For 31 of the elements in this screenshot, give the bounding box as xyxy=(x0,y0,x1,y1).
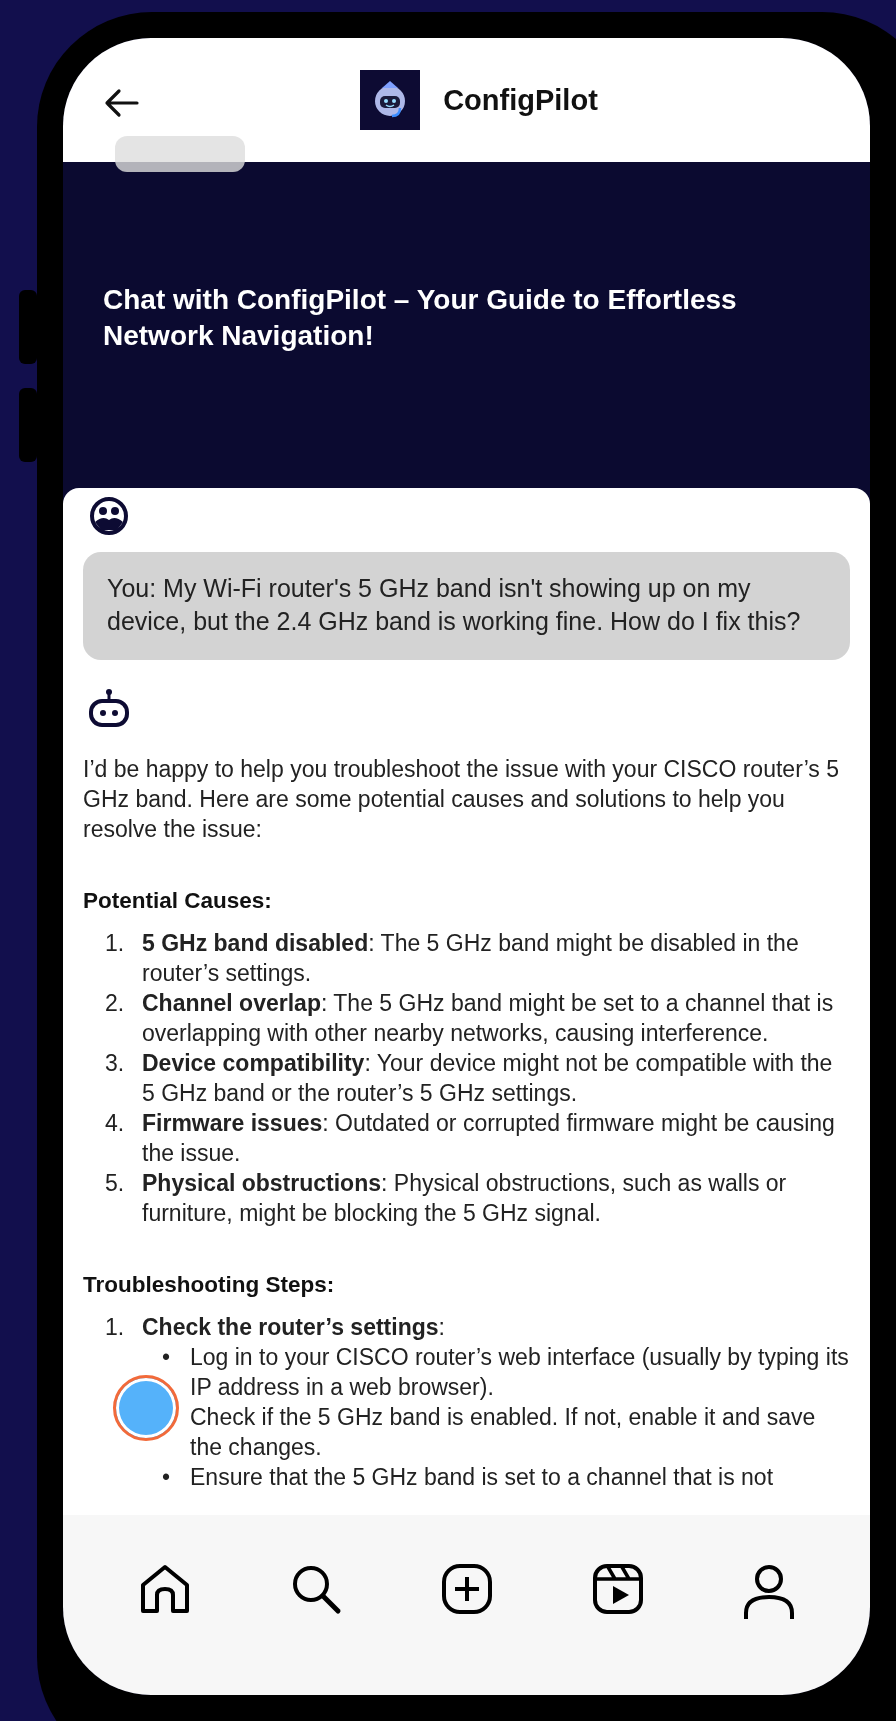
user-message: You: My Wi-Fi router's 5 GHz band isn't showing up on my device, but the 2.4 GHz band is working fine. How do I fix this? xyxy=(83,552,850,660)
section-heading: Troubleshooting Steps: xyxy=(83,1272,336,1298)
home-icon[interactable] xyxy=(138,1563,191,1615)
list-item-text: Check the router’s settings: xyxy=(142,1314,445,1340)
app-title: ConfigPilot xyxy=(443,83,598,117)
list-item-text: 5 GHz band disabled: The 5 GHz band might be disabled in the router’s settings. xyxy=(142,930,799,986)
list-number: 1. xyxy=(104,929,126,958)
video-play-icon[interactable] xyxy=(591,1563,644,1615)
bullet-text: Check if the 5 GHz band is enabled. If not, enable it and save the changes. xyxy=(190,1403,817,1462)
list-number: 4. xyxy=(104,1109,126,1138)
list-item-text: Physical obstructions: Physical obstructions, such as walls or furniture, might be blocking the 5 GHz signal. xyxy=(142,1170,787,1226)
robot-logo-icon xyxy=(359,70,422,130)
list-item-text: Channel overlap: The 5 GHz band might be set to a channel that is overlapping with other nearby networks, causing interference. xyxy=(142,990,834,1046)
bullet-marker: • xyxy=(160,1343,172,1372)
bullet-text: Ensure that the 5 GHz band is set to a channel that is not xyxy=(190,1463,775,1492)
list-number: 1. xyxy=(104,1313,126,1342)
list-number: 5. xyxy=(104,1169,126,1198)
bullet-marker: • xyxy=(160,1463,172,1492)
add-icon[interactable] xyxy=(440,1563,493,1615)
list-item-text: Device compatibility: Your device might not be compatible with the 5 GHz band or the router’s 5 GHz settings. xyxy=(142,1050,833,1106)
robot-icon xyxy=(87,688,131,728)
back-arrow-icon[interactable] xyxy=(103,88,139,118)
list-number: 2. xyxy=(104,989,126,1018)
list-number: 3. xyxy=(104,1049,126,1078)
bullet-text: Log in to your CISCO router’s web interface (usually by typing its IP address in a web browser). xyxy=(190,1343,850,1402)
bot-message: I’d be happy to help you troubleshoot the issue with your CISCO router’s 5 GHz band. Here are some potential causes and solutions to help you resolve the issue: xyxy=(83,755,841,844)
banner-title: Chat with ConfigPilot – Your Guide to Effortless Network Navigation! xyxy=(103,283,738,353)
section-heading: Potential Causes: xyxy=(83,888,273,914)
profile-icon[interactable] xyxy=(742,1563,795,1621)
list-item-text: Firmware issues: Outdated or corrupted firmware might be causing the issue. xyxy=(142,1110,835,1166)
user-avatar-icon xyxy=(89,496,129,536)
